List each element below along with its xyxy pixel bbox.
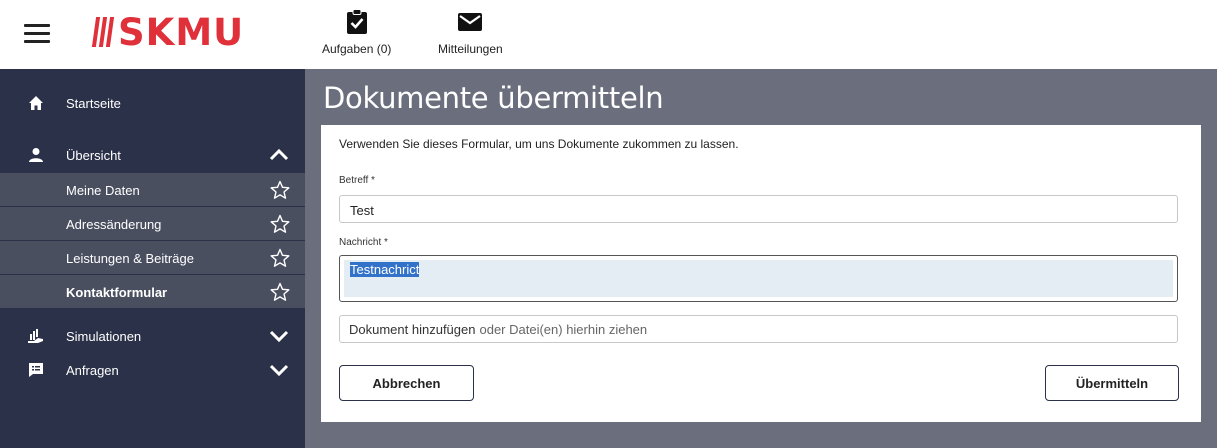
tasks-label: Aufgaben (0): [322, 42, 392, 56]
sidebar-item-startseite[interactable]: Startseite: [0, 85, 305, 121]
sidebar-subitem-label: Adressänderung: [66, 217, 162, 232]
home-icon: [28, 95, 44, 111]
sidebar-subitem-label: Kontaktformular: [66, 285, 168, 300]
message-label: Nachricht *: [339, 237, 388, 248]
messages-button[interactable]: Mitteilungen: [438, 8, 503, 56]
sidebar-subitem-leistungen[interactable]: Leistungen & Beiträge: [0, 241, 305, 275]
upload-form-card: Verwenden Sie dieses Formular, um uns Do…: [321, 125, 1201, 422]
add-document-link[interactable]: Dokument hinzufügen: [349, 322, 475, 337]
star-outline-icon[interactable]: [270, 248, 290, 268]
message-selected-text: Testnachrict: [350, 262, 420, 277]
sidebar-subitem-adressaenderung[interactable]: Adressänderung: [0, 207, 305, 241]
dropzone-hint: oder Datei(en) hierhin ziehen: [479, 322, 648, 337]
chart-hand-icon: [28, 328, 44, 344]
star-outline-icon[interactable]: [270, 180, 290, 200]
logo-bars-icon: [91, 17, 115, 47]
subject-input[interactable]: Test: [339, 195, 1178, 223]
sidebar-item-label: Anfragen: [66, 362, 119, 378]
sidebar-item-label: Übersicht: [66, 147, 121, 163]
star-outline-icon[interactable]: [270, 214, 290, 234]
page-title: Dokumente übermitteln: [323, 81, 664, 115]
subject-label: Betreff *: [339, 175, 375, 186]
envelope-icon: [456, 8, 484, 36]
messages-label: Mitteilungen: [438, 42, 503, 56]
sidebar: Startseite Übersicht Meine Daten Adressä…: [0, 69, 305, 448]
logo-text: SKMU: [118, 10, 245, 54]
chevron-down-icon[interactable]: [268, 328, 290, 344]
sidebar-item-uebersicht[interactable]: Übersicht: [0, 137, 305, 173]
form-intro-text: Verwenden Sie dieses Formular, um uns Do…: [339, 137, 739, 151]
message-list-icon: [28, 362, 44, 378]
chevron-down-icon[interactable]: [268, 362, 290, 378]
tasks-button[interactable]: Aufgaben (0): [322, 8, 391, 56]
logo[interactable]: SKMU: [91, 10, 245, 54]
chevron-up-icon[interactable]: [268, 147, 290, 163]
sidebar-item-label: Simulationen: [66, 328, 142, 344]
top-header: SKMU Aufgaben (0) Mitteilungen: [0, 0, 1217, 69]
sidebar-item-simulationen[interactable]: Simulationen: [0, 318, 305, 354]
person-icon: [28, 147, 44, 163]
sidebar-item-anfragen[interactable]: Anfragen: [0, 352, 305, 388]
submit-button[interactable]: Übermitteln: [1045, 365, 1179, 401]
sidebar-subitem-label: Leistungen & Beiträge: [66, 251, 194, 266]
clipboard-check-icon: [343, 8, 371, 36]
sidebar-subitem-meine-daten[interactable]: Meine Daten: [0, 173, 305, 207]
main-content: Dokumente übermitteln Verwenden Sie dies…: [305, 69, 1217, 448]
sidebar-subitem-kontaktformular[interactable]: Kontaktformular: [0, 275, 305, 309]
document-dropzone[interactable]: Dokument hinzufügen oder Datei(en) hierhi…: [339, 315, 1178, 343]
message-text-area-inner: Testnachrict: [344, 260, 1173, 297]
sidebar-item-label: Startseite: [66, 95, 121, 111]
star-outline-icon[interactable]: [270, 282, 290, 302]
message-textarea[interactable]: Testnachrict: [339, 255, 1178, 302]
hamburger-icon[interactable]: [24, 24, 50, 44]
cancel-button[interactable]: Abbrechen: [339, 365, 474, 401]
sidebar-subitem-label: Meine Daten: [66, 183, 140, 198]
